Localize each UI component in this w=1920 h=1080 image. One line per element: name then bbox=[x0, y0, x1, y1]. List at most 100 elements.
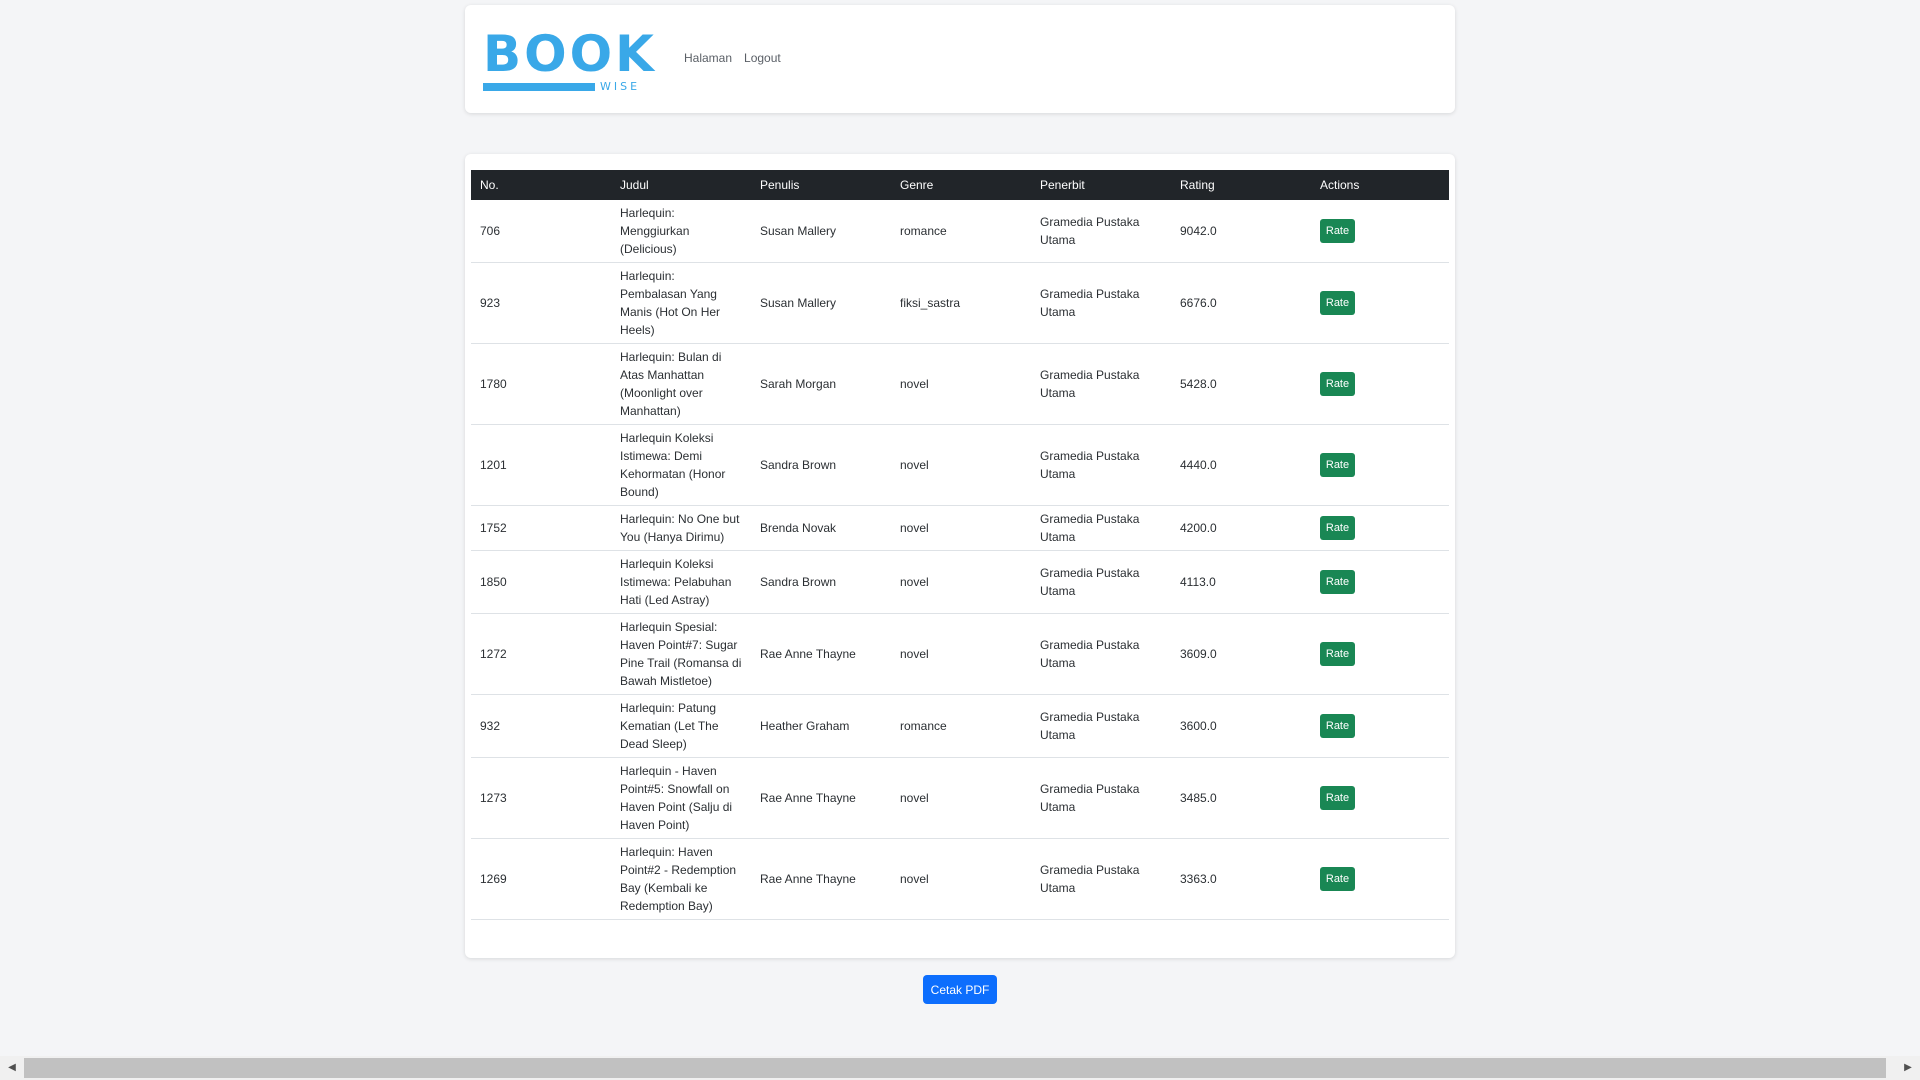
cell-genre: novel bbox=[891, 343, 1031, 425]
cell-penulis: Rae Anne Thayne bbox=[751, 613, 891, 695]
cell-no: 1272 bbox=[471, 613, 611, 695]
cell-penulis: Susan Mallery bbox=[751, 262, 891, 344]
cell-genre: novel bbox=[891, 424, 1031, 506]
column-header-actions: Actions bbox=[1320, 178, 1360, 192]
cell-actions: Rate bbox=[1311, 838, 1449, 920]
table-row: 1752 Harlequin: No One but You (Hanya Di… bbox=[471, 505, 1449, 551]
table-row: 932 Harlequin: Patung Kematian (Let The … bbox=[471, 694, 1449, 758]
logo-subtitle: WISE bbox=[600, 80, 641, 93]
table-row: 1780 Harlequin: Bulan di Atas Manhattan … bbox=[471, 343, 1449, 425]
cell-genre: romance bbox=[891, 694, 1031, 758]
table-row: 1201 Harlequin Koleksi Istimewa: Demi Ke… bbox=[471, 424, 1449, 506]
cell-genre: novel bbox=[891, 838, 1031, 920]
cell-no: 1273 bbox=[471, 757, 611, 839]
cell-penerbit: Gramedia Pustaka Utama bbox=[1031, 343, 1171, 425]
nav-link-logout[interactable]: Logout bbox=[744, 51, 781, 65]
cell-judul: Harlequin Spesial: Haven Point#7: Sugar … bbox=[611, 613, 751, 695]
rate-button[interactable]: Rate bbox=[1320, 219, 1355, 243]
cell-genre: novel bbox=[891, 613, 1031, 695]
cell-judul: Harlequin Koleksi Istimewa: Pelabuhan Ha… bbox=[611, 550, 751, 614]
cell-penulis: Sarah Morgan bbox=[751, 343, 891, 425]
cell-rating: 3600.0 bbox=[1171, 694, 1311, 758]
books-table-card: No. Judul Penulis Genre Penerbit Rating … bbox=[465, 154, 1455, 958]
table-row: 1269 Harlequin: Haven Point#2 - Redempti… bbox=[471, 838, 1449, 920]
cell-no: 1269 bbox=[471, 838, 611, 920]
cell-judul: Harlequin: Haven Point#2 - Redemption Ba… bbox=[611, 838, 751, 920]
cell-penerbit: Gramedia Pustaka Utama bbox=[1031, 262, 1171, 344]
cell-genre: fiksi_sastra bbox=[891, 262, 1031, 344]
cell-rating: 9042.0 bbox=[1171, 200, 1311, 263]
column-header-genre: Genre bbox=[900, 178, 934, 192]
cell-rating: 4113.0 bbox=[1171, 550, 1311, 614]
rate-button[interactable]: Rate bbox=[1320, 786, 1355, 810]
cell-judul: Harlequin: Patung Kematian (Let The Dead… bbox=[611, 694, 751, 758]
cell-penerbit: Gramedia Pustaka Utama bbox=[1031, 200, 1171, 263]
cell-genre: novel bbox=[891, 505, 1031, 551]
cell-actions: Rate bbox=[1311, 262, 1449, 344]
cell-actions: Rate bbox=[1311, 757, 1449, 839]
logo-underline bbox=[483, 83, 595, 91]
cell-actions: Rate bbox=[1311, 343, 1449, 425]
cell-penulis: Heather Graham bbox=[751, 694, 891, 758]
column-header-rating: Rating bbox=[1180, 178, 1215, 192]
cell-penulis: Rae Anne Thayne bbox=[751, 757, 891, 839]
rate-button[interactable]: Rate bbox=[1320, 867, 1355, 891]
table-row: 1272 Harlequin Spesial: Haven Point#7: S… bbox=[471, 613, 1449, 695]
rate-button[interactable]: Rate bbox=[1320, 291, 1355, 315]
cell-penulis: Sandra Brown bbox=[751, 424, 891, 506]
cell-rating: 5428.0 bbox=[1171, 343, 1311, 425]
cell-penulis: Sandra Brown bbox=[751, 550, 891, 614]
cell-no: 1752 bbox=[471, 505, 611, 551]
cell-no: 1201 bbox=[471, 424, 611, 506]
cell-rating: 3609.0 bbox=[1171, 613, 1311, 695]
rate-button[interactable]: Rate bbox=[1320, 453, 1355, 477]
print-pdf-button[interactable]: Cetak PDF bbox=[923, 975, 997, 1004]
cell-judul: Harlequin: No One but You (Hanya Dirimu) bbox=[611, 505, 751, 551]
cell-actions: Rate bbox=[1311, 424, 1449, 506]
column-header-penulis: Penulis bbox=[760, 178, 800, 192]
rate-button[interactable]: Rate bbox=[1320, 372, 1355, 396]
cell-actions: Rate bbox=[1311, 505, 1449, 551]
cell-penulis: Rae Anne Thayne bbox=[751, 838, 891, 920]
cell-penerbit: Gramedia Pustaka Utama bbox=[1031, 613, 1171, 695]
cell-no: 706 bbox=[471, 200, 611, 263]
table-row: 706 Harlequin: Menggiurkan (Delicious) S… bbox=[471, 200, 1449, 263]
cell-actions: Rate bbox=[1311, 550, 1449, 614]
cell-penerbit: Gramedia Pustaka Utama bbox=[1031, 838, 1171, 920]
nav-link-halaman[interactable]: Halaman bbox=[684, 51, 732, 65]
cell-judul: Harlequin: Bulan di Atas Manhattan (Moon… bbox=[611, 343, 751, 425]
cell-actions: Rate bbox=[1311, 200, 1449, 263]
table-row: 923 Harlequin: Pembalasan Yang Manis (Ho… bbox=[471, 262, 1449, 344]
cell-genre: romance bbox=[891, 200, 1031, 263]
cell-no: 1780 bbox=[471, 343, 611, 425]
table-row: 1850 Harlequin Koleksi Istimewa: Pelabuh… bbox=[471, 550, 1449, 614]
bookwise-logo[interactable]: BOOK WISE bbox=[483, 27, 663, 93]
cell-penulis: Brenda Novak bbox=[751, 505, 891, 551]
cell-rating: 3363.0 bbox=[1171, 838, 1311, 920]
logo-wordmark: BOOK bbox=[483, 25, 657, 83]
rate-button[interactable]: Rate bbox=[1320, 570, 1355, 594]
cell-rating: 3485.0 bbox=[1171, 757, 1311, 839]
cell-penerbit: Gramedia Pustaka Utama bbox=[1031, 424, 1171, 506]
table-header-row: No. Judul Penulis Genre Penerbit Rating … bbox=[471, 170, 1449, 200]
scroll-left-arrow-icon[interactable]: ◀ bbox=[0, 1056, 24, 1080]
rate-button[interactable]: Rate bbox=[1320, 516, 1355, 540]
column-header-judul: Judul bbox=[620, 178, 649, 192]
cell-judul: Harlequin - Haven Point#5: Snowfall on H… bbox=[611, 757, 751, 839]
table-row: 1273 Harlequin - Haven Point#5: Snowfall… bbox=[471, 757, 1449, 839]
cell-penerbit: Gramedia Pustaka Utama bbox=[1031, 694, 1171, 758]
page: BOOK WISE Halaman Logout No. Judul Penul… bbox=[0, 0, 1920, 1080]
scroll-right-arrow-icon[interactable]: ▶ bbox=[1896, 1056, 1920, 1080]
cell-no: 923 bbox=[471, 262, 611, 344]
cell-rating: 4440.0 bbox=[1171, 424, 1311, 506]
cell-no: 932 bbox=[471, 694, 611, 758]
cell-penerbit: Gramedia Pustaka Utama bbox=[1031, 550, 1171, 614]
rate-button[interactable]: Rate bbox=[1320, 714, 1355, 738]
scrollbar-thumb[interactable] bbox=[24, 1058, 1886, 1078]
nav-links: Halaman Logout bbox=[684, 51, 781, 65]
cell-rating: 4200.0 bbox=[1171, 505, 1311, 551]
rate-button[interactable]: Rate bbox=[1320, 642, 1355, 666]
horizontal-scrollbar[interactable]: ◀ ▶ bbox=[0, 1056, 1920, 1080]
cell-penerbit: Gramedia Pustaka Utama bbox=[1031, 757, 1171, 839]
cell-actions: Rate bbox=[1311, 694, 1449, 758]
